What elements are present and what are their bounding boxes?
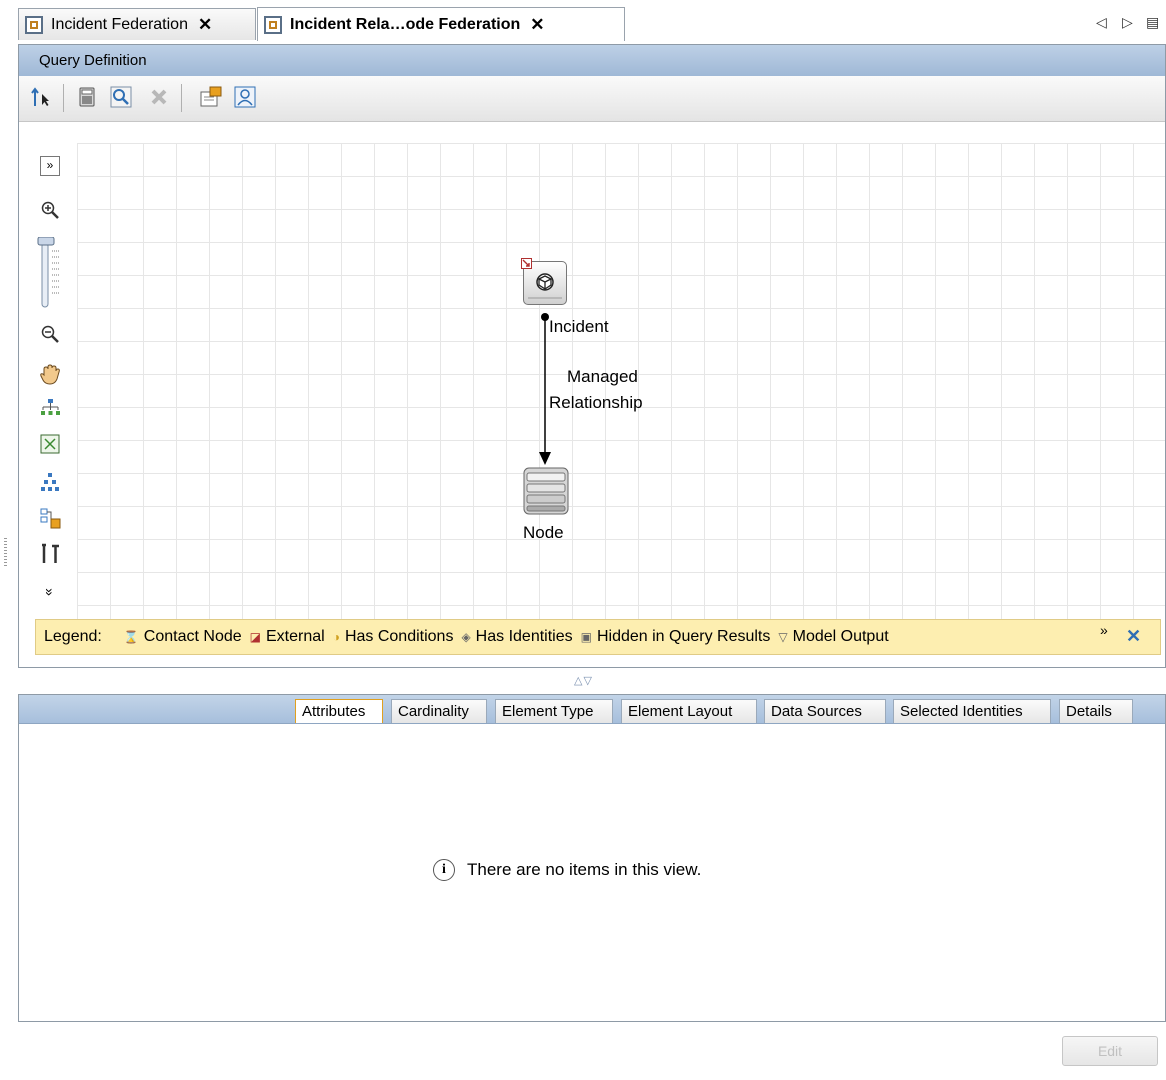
- legend-item-has-identities: ◈ Has Identities: [461, 628, 573, 645]
- close-icon[interactable]: ✕: [530, 15, 544, 35]
- tab-attributes[interactable]: Attributes: [295, 699, 383, 723]
- legend-item-external: ◪ External: [249, 628, 325, 645]
- tools-icon[interactable]: [37, 541, 63, 567]
- tab-element-type[interactable]: Element Type: [495, 699, 613, 723]
- scroll-tabs-right-icon[interactable]: ▷: [1122, 14, 1133, 31]
- panel-resize-grip[interactable]: [4, 538, 7, 566]
- properties-tab-bar: Attributes Cardinality Element Type Elem…: [19, 695, 1165, 724]
- federation-tab-icon: [25, 15, 43, 34]
- layout-properties-icon[interactable]: [37, 505, 63, 531]
- close-icon[interactable]: ✕: [198, 15, 212, 35]
- legend-item-contact-node: ⌛ Contact Node: [123, 628, 242, 645]
- calculator-icon[interactable]: [75, 85, 99, 109]
- horizontal-splitter[interactable]: △▽: [18, 668, 1166, 696]
- legend-more-icon[interactable]: »: [1100, 622, 1108, 638]
- hidden-in-query-results-icon: ▣: [580, 630, 592, 644]
- query-diagram-canvas[interactable]: Incident Managed Relationship Node: [77, 143, 1165, 623]
- splitter-arrows-icon[interactable]: △▽: [574, 674, 593, 687]
- delete-icon[interactable]: [147, 85, 171, 109]
- model-output-icon: ▽: [778, 630, 788, 644]
- diagram-side-toolbar: » »: [37, 149, 65, 619]
- document-tab-strip: Incident Federation ✕ Incident Rela…ode …: [0, 0, 1166, 44]
- tab-incident-relationship-node-federation[interactable]: Incident Rela…ode Federation ✕: [257, 7, 625, 41]
- close-icon[interactable]: ✕: [1126, 626, 1141, 647]
- search-icon[interactable]: [109, 85, 133, 109]
- select-pointer-icon[interactable]: [29, 85, 53, 109]
- relationship-label-line2: Relationship: [549, 393, 643, 412]
- legend-item-has-conditions: ◑ Has Conditions: [332, 628, 454, 645]
- legend-bar: Legend: ⌛ Contact Node ◪ External ◑ Has Con…: [35, 619, 1161, 655]
- empty-state-message: There are no items in this view.: [467, 860, 702, 879]
- fit-to-window-icon[interactable]: [37, 431, 63, 457]
- zoom-out-icon[interactable]: [37, 321, 63, 347]
- tab-incident-federation[interactable]: Incident Federation ✕: [18, 8, 256, 40]
- federation-tab-icon: [264, 15, 282, 34]
- tab-cardinality[interactable]: Cardinality: [391, 699, 487, 723]
- query-definition-panel: Query Definition Incident Managed Relati…: [18, 44, 1166, 668]
- has-conditions-icon: ◑: [332, 630, 340, 644]
- query-toolbar: [19, 76, 1165, 122]
- user-icon[interactable]: [233, 85, 257, 109]
- legend-item-model-output: ▽ Model Output: [778, 628, 889, 645]
- relationship-label-line1: Managed: [567, 367, 638, 386]
- expand-toolbar-icon[interactable]: »: [37, 153, 63, 179]
- tab-selected-identities[interactable]: Selected Identities: [893, 699, 1051, 723]
- pan-hand-icon[interactable]: [37, 361, 63, 387]
- empty-state: i There are no items in this view.: [433, 859, 701, 881]
- legend-title: Legend:: [44, 628, 102, 645]
- element-properties-panel: Attributes Cardinality Element Type Elem…: [18, 694, 1166, 1022]
- node-label-incident: Incident: [549, 317, 609, 336]
- external-icon: ◪: [249, 630, 261, 644]
- scroll-tabs-left-icon[interactable]: ◁: [1096, 14, 1107, 31]
- zoom-slider[interactable]: [37, 237, 63, 309]
- node-label-node: Node: [523, 523, 564, 542]
- panel-title: Query Definition: [39, 52, 147, 69]
- tree-layout-icon[interactable]: [37, 469, 63, 495]
- tab-list-menu-icon[interactable]: ▤: [1146, 14, 1159, 31]
- hierarchical-layout-icon[interactable]: [37, 395, 63, 421]
- collapse-toolbar-icon[interactable]: »: [37, 579, 63, 605]
- database-icon: [523, 467, 569, 515]
- panel-title-bar: Query Definition: [19, 45, 1165, 77]
- has-identities-icon: ◈: [461, 630, 471, 644]
- tab-label: Incident Federation: [51, 15, 188, 33]
- tab-data-sources[interactable]: Data Sources: [764, 699, 886, 723]
- node-node[interactable]: [523, 467, 569, 515]
- properties-icon[interactable]: [199, 85, 223, 109]
- tab-element-layout[interactable]: Element Layout: [621, 699, 757, 723]
- zoom-in-icon[interactable]: [37, 197, 63, 223]
- info-icon: i: [433, 859, 455, 881]
- external-icon: [521, 258, 532, 269]
- tab-label: Incident Rela…ode Federation: [290, 15, 521, 33]
- legend-item-hidden-in-query-results: ▣ Hidden in Query Results: [580, 628, 771, 645]
- edit-button[interactable]: Edit: [1062, 1036, 1158, 1066]
- contact-node-icon: ⌛: [123, 630, 139, 644]
- incident-node[interactable]: [521, 258, 567, 305]
- tab-details[interactable]: Details: [1059, 699, 1133, 723]
